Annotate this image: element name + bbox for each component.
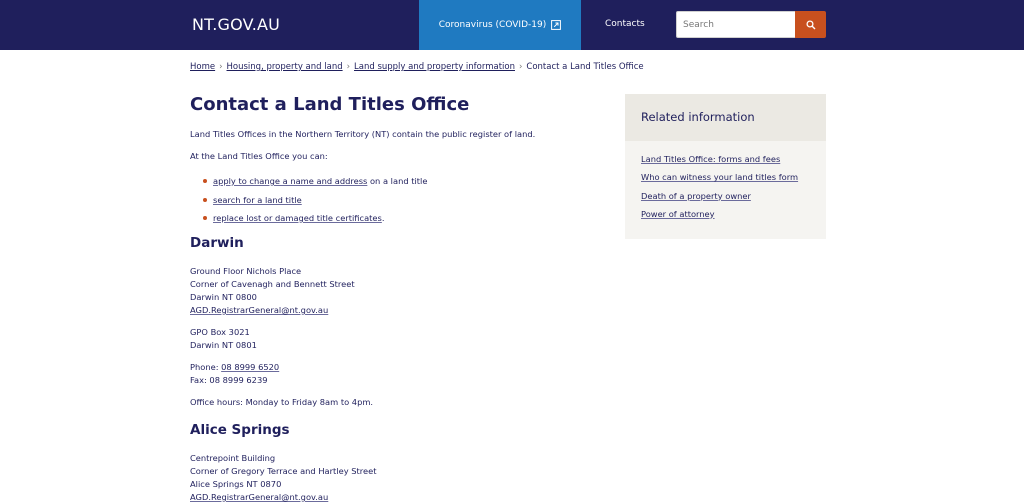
search-form	[676, 11, 826, 38]
list-item: search for a land title	[190, 191, 427, 210]
address-line: Corner of Cavenagh and Bennett Street	[190, 279, 355, 289]
services-list: apply to change a name and address on a …	[190, 172, 427, 228]
chevron-right-icon: ›	[346, 62, 351, 72]
related-link-death-owner[interactable]: Death of a property owner	[641, 191, 751, 201]
darwin-heading: Darwin	[190, 235, 244, 251]
address-line: Corner of Gregory Terrace and Hartley St…	[190, 466, 377, 476]
address-line: Alice Springs NT 0870	[190, 479, 282, 489]
list-item-suffix: .	[381, 213, 385, 223]
address-line: Ground Floor Nichols Place	[190, 266, 302, 276]
breadcrumb-housing[interactable]: Housing, property and land	[227, 62, 343, 72]
alice-springs-heading: Alice Springs	[190, 422, 290, 438]
related-link-witness[interactable]: Who can witness your land titles form	[641, 172, 798, 182]
site-header: NT.GOV.AU Coronavirus (COVID-19) Contact…	[0, 0, 1024, 50]
alice-springs-email-link[interactable]: AGD.RegistrarGeneral@nt.gov.au	[190, 492, 328, 502]
chevron-right-icon: ›	[219, 62, 223, 72]
fax-text: Fax: 08 8999 6239	[190, 375, 268, 385]
replace-certificates-link[interactable]: replace lost or damaged title certificat…	[213, 213, 382, 223]
breadcrumb: Home › Housing, property and land › Land sup…	[190, 62, 644, 72]
site-logo[interactable]: NT.GOV.AU	[192, 15, 280, 34]
breadcrumb-home[interactable]: Home	[190, 62, 215, 72]
list-item: replace lost or damaged title certificat…	[190, 209, 427, 228]
related-links-list: Land Titles Office: forms and fees Who c…	[625, 141, 826, 223]
intro-text: Land Titles Offices in the Northern Terr…	[190, 129, 536, 139]
contacts-link[interactable]: Contacts	[605, 19, 645, 29]
breadcrumb-land-supply[interactable]: Land supply and property information	[354, 62, 515, 72]
address-line: Darwin NT 0800	[190, 292, 257, 302]
can-intro-text: At the Land Titles Office you can:	[190, 151, 328, 161]
covid-link-label: Coronavirus (COVID-19)	[438, 20, 547, 30]
darwin-email-link[interactable]: AGD.RegistrarGeneral@nt.gov.au	[190, 305, 328, 315]
list-item-suffix: on a land title	[367, 176, 428, 186]
related-heading: Related information	[625, 94, 826, 141]
office-hours: Office hours: Monday to Friday 8am to 4p…	[190, 397, 374, 407]
phone-label: Phone:	[190, 362, 222, 372]
address-line: GPO Box 3021	[190, 327, 250, 337]
address-line: Darwin NT 0801	[190, 340, 257, 350]
darwin-postal-address: GPO Box 3021 Darwin NT 0801	[190, 326, 257, 352]
search-icon	[805, 19, 815, 29]
search-button[interactable]	[795, 11, 826, 38]
external-link-icon	[551, 20, 562, 30]
related-information-panel: Related information Land Titles Office: …	[625, 94, 826, 239]
breadcrumb-current: Contact a Land Titles Office	[526, 62, 644, 72]
darwin-phone-link[interactable]: 08 8999 6520	[221, 362, 279, 372]
darwin-phone-fax: Phone: 08 8999 6520 Fax: 08 8999 6239	[190, 361, 279, 387]
covid-link[interactable]: Coronavirus (COVID-19)	[419, 0, 581, 50]
chevron-right-icon: ›	[518, 62, 523, 72]
list-item: apply to change a name and address on a …	[190, 172, 427, 191]
page-title: Contact a Land Titles Office	[190, 94, 470, 115]
alice-springs-address: Centrepoint Building Corner of Gregory T…	[190, 452, 376, 504]
darwin-address: Ground Floor Nichols Place Corner of Cav…	[190, 265, 355, 317]
search-land-title-link[interactable]: search for a land title	[213, 195, 302, 205]
change-name-address-link[interactable]: apply to change a name and address	[213, 176, 367, 186]
related-link-forms-fees[interactable]: Land Titles Office: forms and fees	[641, 154, 780, 164]
address-line: Centrepoint Building	[190, 453, 276, 463]
related-link-power-attorney[interactable]: Power of attorney	[641, 209, 715, 219]
search-input[interactable]	[676, 11, 796, 38]
